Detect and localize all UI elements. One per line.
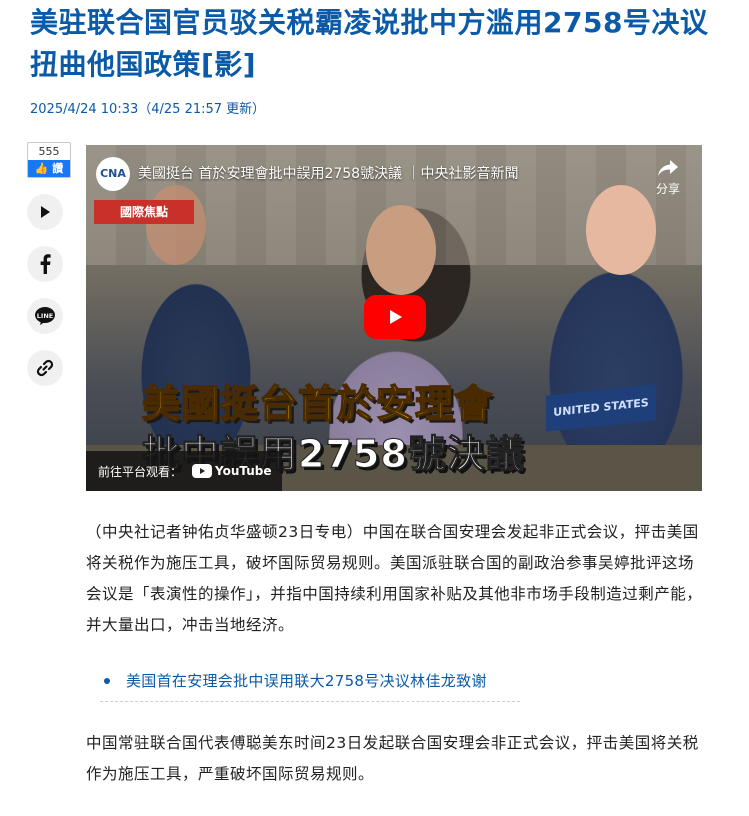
copy-link-button[interactable]: [27, 350, 63, 386]
channel-logo[interactable]: CNA: [96, 157, 130, 191]
article-paragraph-2: 中国常驻联合国代表傅聪美东时间23日发起联合国安理会非正式会议，抨击美国将关税作…: [86, 734, 699, 783]
share-label: 分享: [655, 182, 680, 196]
svg-text:LINE: LINE: [37, 312, 53, 320]
share-video-button[interactable]: [27, 194, 63, 230]
social-share-rail: 555 👍 讚 LINE: [27, 142, 71, 386]
article-dateline: 2025/4/24 10:33（4/25 21:57 更新）: [30, 102, 266, 117]
facebook-icon: [40, 254, 51, 274]
youtube-play-button[interactable]: [364, 295, 426, 339]
watch-on-label: 前往平台观看：: [98, 464, 183, 479]
related-article-link[interactable]: 美国首在安理会批中误用联大2758号决议林佳龙致谢: [126, 670, 487, 691]
share-arrow-icon: [657, 160, 678, 176]
watch-on-youtube-bar[interactable]: 前往平台观看： YouTube: [86, 451, 282, 491]
play-icon: [390, 310, 402, 324]
play-icon: [41, 206, 50, 218]
share-facebook-button[interactable]: [27, 246, 63, 282]
article-paragraph-1: （中央社记者钟佑贞华盛顿23日专电）中国在联合国安理会发起非正式会议，抨击美国将…: [86, 523, 703, 634]
share-line-button[interactable]: LINE: [27, 298, 63, 334]
like-count: 555: [38, 145, 60, 158]
bullet-icon: [104, 678, 110, 684]
video-share-button[interactable]: 分享: [656, 159, 680, 197]
segment-badge: 國際焦點: [94, 200, 194, 224]
link-icon: [36, 359, 54, 377]
embedded-video-player[interactable]: UNITED STATES CNA 美國挺台 首於安理會批中誤用2758號決議 …: [86, 145, 702, 491]
line-icon: LINE: [35, 307, 55, 325]
facebook-like-button[interactable]: 555 👍 讚: [27, 142, 71, 178]
youtube-logo: YouTube: [192, 464, 272, 478]
related-article-item: 美国首在安理会批中误用联大2758号决议林佳龙致谢: [100, 666, 520, 702]
article-headline: 美驻联合国官员驳关税霸凌说批中方滥用2758号决议扭曲他国政策[影]: [30, 6, 709, 81]
video-title[interactable]: 美國挺台 首於安理會批中誤用2758號決議 ｜中央社影音新聞: [138, 163, 519, 183]
like-label: 👍 讚: [28, 160, 70, 177]
video-caption-line1: 美國挺台首於安理會: [141, 381, 494, 427]
youtube-icon: [192, 464, 213, 478]
